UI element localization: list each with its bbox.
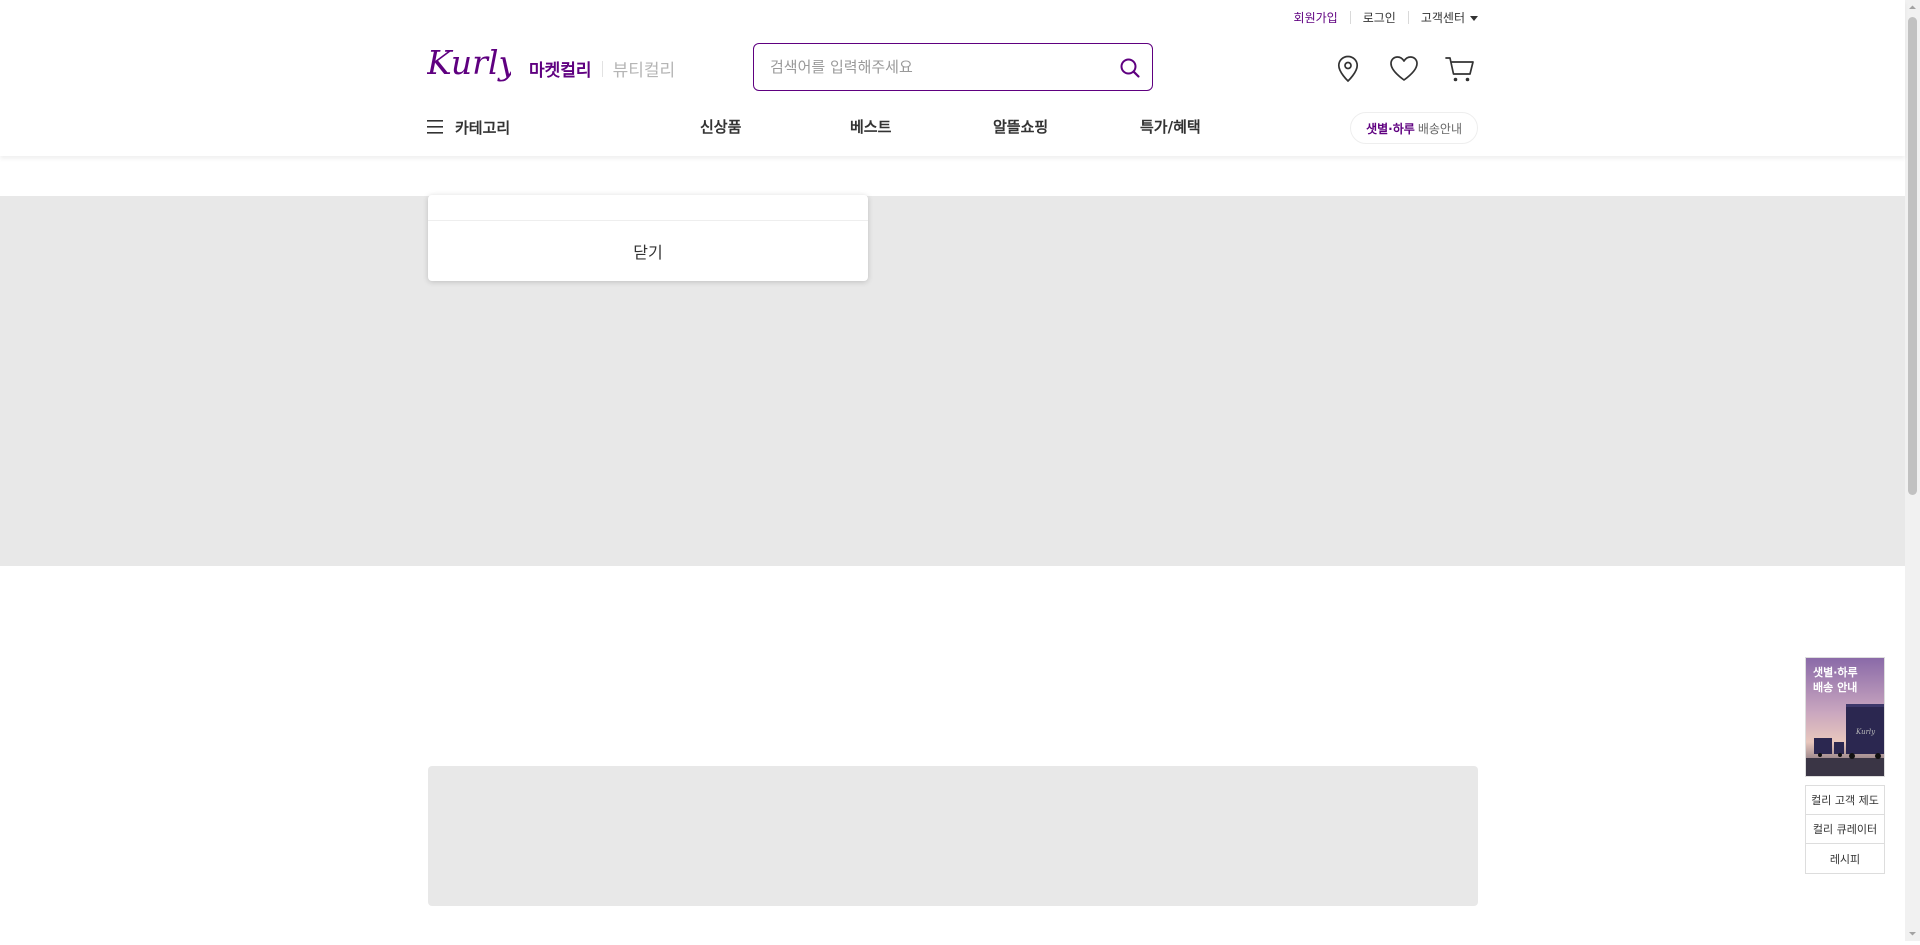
truck-logo-text: Kurly [1855, 728, 1876, 736]
delivery-highlight: 샛별·하루 [1366, 121, 1415, 136]
caret-down-icon [1470, 15, 1478, 21]
main-navigation: 카테고리 신상품 베스트 알뜰쇼핑 특가/혜택 샛별·하루 배송안내 [427, 112, 1478, 144]
cart-icon [1445, 57, 1474, 82]
category-label: 카테고리 [455, 118, 511, 137]
promo-line-2: 배송 안내 [1813, 681, 1858, 694]
customer-center-label: 고객센터 [1420, 10, 1465, 25]
category-menu-button[interactable]: 카테고리 [427, 112, 510, 142]
tab-market-kurly[interactable]: 마켓컬리 [529, 56, 592, 81]
page: 회원가입 로그인 고객센터 Kurly 마켓컬리 뷰티컬리 검색어를 입력해주세… [0, 0, 1905, 941]
login-link[interactable]: 로그인 [1363, 9, 1396, 26]
scroll-down-button[interactable] [1905, 926, 1920, 941]
delivery-label: 배송안내 [1417, 121, 1462, 136]
wishlist-button[interactable] [1387, 52, 1421, 86]
side-links: 컬리 고객 제도 컬리 큐레이터 레시피 [1805, 785, 1885, 874]
nav-bargain-shopping[interactable]: 알뜰쇼핑 [993, 112, 1048, 142]
promo-text: 샛별·하루 배송 안내 [1813, 665, 1883, 695]
popup-close-button[interactable]: 닫기 [428, 221, 868, 281]
nav-new-products[interactable]: 신상품 [700, 112, 741, 142]
nav-special-deals[interactable]: 특가/혜택 [1140, 112, 1201, 142]
side-link-customer-policy[interactable]: 컬리 고객 제도 [1806, 786, 1884, 815]
signup-link[interactable]: 회원가입 [1294, 9, 1338, 26]
search-box [753, 43, 1153, 91]
search-icon [1120, 58, 1140, 78]
divider [1407, 10, 1409, 24]
location-icon [1337, 55, 1359, 83]
header: 회원가입 로그인 고객센터 Kurly 마켓컬리 뷰티컬리 검색어를 입력해주세… [0, 0, 1905, 156]
heart-icon [1390, 56, 1418, 81]
popup: 닫기 [428, 195, 868, 281]
location-button[interactable] [1331, 52, 1365, 86]
content-placeholder [428, 766, 1478, 906]
side-widget: Kurly 샛별·하루 배송 안내 컬리 고객 제도 컬리 큐레이터 레시피 [1805, 657, 1885, 874]
tab-beauty-kurly[interactable]: 뷰티컬리 [613, 56, 676, 81]
delivery-info-button[interactable]: 샛별·하루 배송안내 [1350, 112, 1478, 144]
hamburger-icon [427, 120, 443, 134]
arrow-down-icon [1909, 932, 1916, 936]
promo-line-1: 샛별·하루 [1813, 666, 1858, 679]
side-link-recipe[interactable]: 레시피 [1806, 844, 1884, 873]
vertical-scrollbar[interactable] [1905, 0, 1920, 941]
popup-content [428, 195, 868, 221]
kurly-logo-mark: Kurly [426, 43, 518, 82]
nav-best[interactable]: 베스트 [850, 112, 891, 142]
top-links: 회원가입 로그인 고객센터 [1294, 9, 1478, 25]
scrollbar-thumb[interactable] [1908, 17, 1917, 495]
cart-button[interactable] [1443, 52, 1477, 86]
delivery-promo-banner[interactable]: Kurly 샛별·하루 배송 안내 [1805, 657, 1885, 777]
search-button[interactable] [1116, 54, 1144, 82]
divider [1349, 10, 1351, 24]
customer-center-menu[interactable]: 고객센터 [1421, 9, 1478, 26]
divider [601, 60, 603, 77]
user-icons [1331, 52, 1477, 86]
arrow-up-icon [1909, 5, 1916, 9]
side-link-curator[interactable]: 컬리 큐레이터 [1806, 815, 1884, 844]
scroll-up-button[interactable] [1905, 0, 1920, 15]
kurly-logo[interactable]: Kurly [426, 43, 518, 88]
mall-tabs: 마켓컬리 뷰티컬리 [529, 56, 675, 81]
search-input[interactable] [768, 44, 1098, 90]
logo-text: Kurly [427, 44, 511, 82]
main-banner-placeholder [0, 196, 1905, 566]
